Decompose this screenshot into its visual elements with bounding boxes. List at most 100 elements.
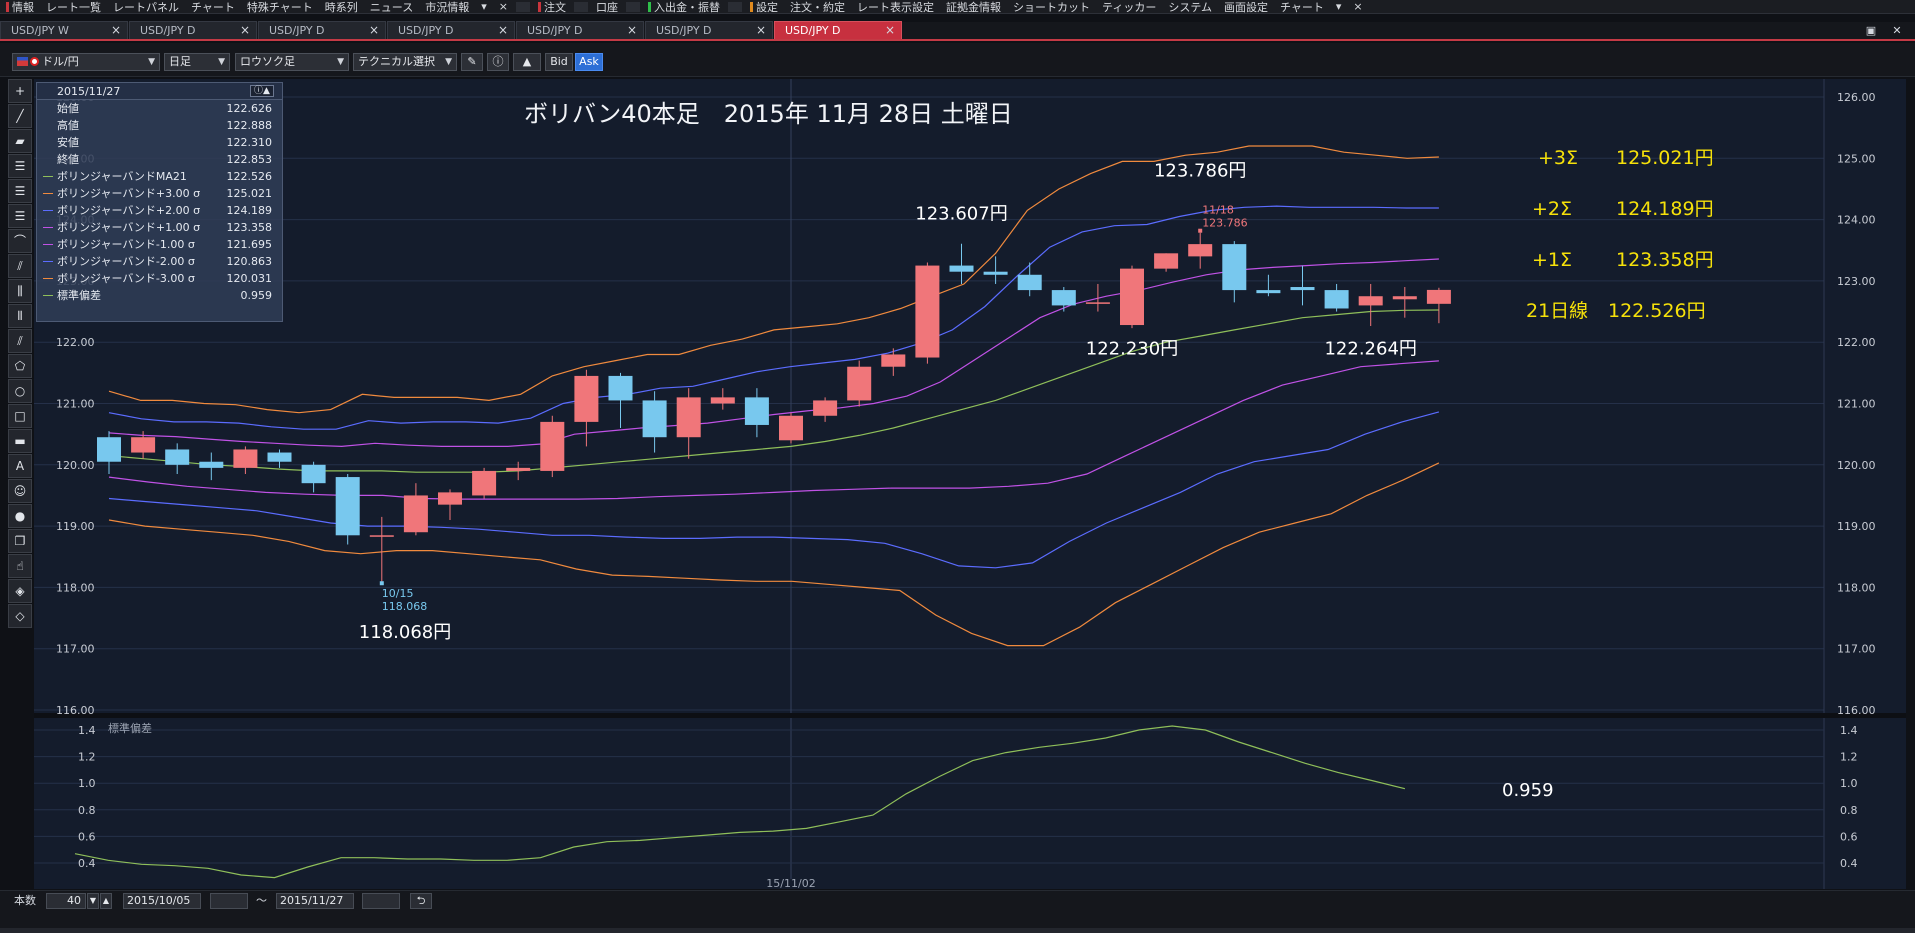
chart-type-select[interactable]: ロウソク足 ▼: [235, 53, 349, 71]
drawing-tool-button[interactable]: ⫼: [8, 279, 32, 303]
menu-item[interactable]: システム: [1162, 0, 1218, 14]
drawing-tool-button[interactable]: ╱: [8, 104, 32, 128]
chart-tab[interactable]: USD/JPY D ×: [516, 21, 644, 39]
menu-item[interactable]: ▾: [475, 0, 493, 14]
tab-close-icon[interactable]: ×: [627, 22, 637, 39]
drawing-tool-button[interactable]: ☰: [8, 154, 32, 178]
count-input[interactable]: 40: [46, 893, 86, 909]
menu-item[interactable]: レート表示設定: [851, 0, 940, 14]
info-button[interactable]: ⓘ: [487, 53, 509, 71]
drawing-tool-button[interactable]: ⦀: [8, 304, 32, 328]
drawing-tool-button[interactable]: ⬠: [8, 354, 32, 378]
menu-item[interactable]: ×: [493, 0, 514, 14]
info-row: ボリンジャーバンドMA21 122.526: [37, 168, 282, 185]
drawing-tool-button[interactable]: ▰: [8, 129, 32, 153]
tab-close-icon[interactable]: ×: [756, 22, 766, 39]
chart-tab[interactable]: USD/JPY D ×: [129, 21, 257, 39]
y-tick-label-left: 116.00: [56, 704, 95, 717]
chart-tab[interactable]: USD/JPY D ×: [645, 21, 773, 39]
reload-button[interactable]: ⮌: [410, 893, 432, 909]
info-panel-header: 2015/11/27 ⓘ▲: [37, 83, 282, 100]
legend-swatch: [43, 295, 53, 296]
tab-close-icon[interactable]: ×: [369, 22, 379, 39]
count-down-button[interactable]: ▼: [87, 893, 99, 909]
menu-item[interactable]: 注文: [532, 0, 572, 14]
candle-body: [1290, 287, 1315, 291]
drawing-tool-button[interactable]: ▬: [8, 429, 32, 453]
menu-item[interactable]: レートパネル: [107, 0, 185, 14]
drawing-tool-button[interactable]: ◈: [8, 579, 32, 603]
chart-tab[interactable]: USD/JPY D ×: [387, 21, 515, 39]
tab-close-icon[interactable]: ×: [885, 22, 895, 39]
drawing-tool-button[interactable]: ◇: [8, 604, 32, 628]
y-tick-label-left: 117.00: [56, 643, 95, 656]
menu-item[interactable]: 画面設定: [1218, 0, 1274, 14]
candlestick-chart[interactable]: 126.00126.00125.00125.00124.00124.00123.…: [34, 79, 1906, 890]
tab-close-icon[interactable]: ×: [498, 22, 508, 39]
bid-button[interactable]: Bid: [545, 53, 573, 71]
menu-item[interactable]: 特殊チャート: [241, 0, 319, 14]
menu-item[interactable]: 市況情報: [419, 0, 475, 14]
candle-body: [983, 271, 1008, 275]
y-tick-label: 126.00: [1837, 91, 1876, 104]
to-time-input[interactable]: [362, 893, 400, 909]
menu-item[interactable]: チャート: [1274, 0, 1330, 14]
chart-tab[interactable]: USD/JPY W ×: [0, 21, 128, 39]
drawing-tool-button[interactable]: A: [8, 454, 32, 478]
area-chart-button[interactable]: ▲: [513, 53, 541, 71]
drawing-tool-button[interactable]: ○: [8, 379, 32, 403]
close-window-button[interactable]: ✕: [1887, 24, 1907, 38]
menu-item[interactable]: ×: [1347, 0, 1368, 14]
candle-body: [779, 415, 803, 441]
from-time-input[interactable]: [210, 893, 248, 909]
menu-item[interactable]: チャート: [185, 0, 241, 14]
drawing-tool-button[interactable]: ☰: [8, 204, 32, 228]
drawing-tool-button[interactable]: ⌒: [8, 229, 32, 253]
drawing-tool-button[interactable]: ●: [8, 504, 32, 528]
count-up-button[interactable]: ▲: [100, 893, 112, 909]
tab-close-icon[interactable]: ×: [240, 22, 250, 39]
menu-item[interactable]: ▾: [1330, 0, 1348, 14]
drawing-tool-button[interactable]: +: [8, 79, 32, 103]
menu-item[interactable]: ティッカー: [1096, 0, 1162, 14]
timeframe-select[interactable]: 日足 ▼: [164, 53, 230, 71]
ohlc-info-panel: 2015/11/27 ⓘ▲ 始値 122.626 高値 122.888 安値 122.31…: [36, 82, 283, 322]
info-collapse-button[interactable]: ⓘ▲: [250, 85, 274, 97]
currency-pair-select[interactable]: ドル/円 ▼: [12, 53, 160, 71]
menu-item[interactable]: 設定: [744, 0, 784, 14]
to-date-input[interactable]: 2015/11/27: [276, 893, 354, 909]
menu-item[interactable]: ニュース: [364, 0, 419, 14]
drawing-tool-button[interactable]: ⫽: [8, 329, 32, 353]
drawing-tool-button[interactable]: ⫽: [8, 254, 32, 278]
menu-item[interactable]: 口座: [590, 0, 624, 14]
candle-body: [233, 449, 258, 468]
drawing-tool-button[interactable]: ☰: [8, 179, 32, 203]
y-tick-label: 118.00: [1837, 581, 1876, 594]
maximize-button[interactable]: ▣: [1861, 24, 1881, 38]
pencil-button[interactable]: ✎: [461, 53, 483, 71]
menu-item[interactable]: 入出金・振替: [642, 0, 726, 14]
menu-item[interactable]: 注文・約定: [784, 0, 851, 14]
drawing-tool-button[interactable]: ☝: [8, 554, 32, 578]
technical-select[interactable]: テクニカル選択 ▼: [353, 53, 457, 71]
menu-item[interactable]: レート一覧: [40, 0, 107, 14]
menu-item[interactable]: 情報: [0, 0, 40, 14]
legend-swatch: [43, 193, 53, 194]
chart-tab[interactable]: USD/JPY D ×: [258, 21, 386, 39]
tab-label: USD/JPY D: [527, 24, 583, 37]
menu-item-label: 証拠金情報: [945, 0, 1001, 14]
menu-item[interactable]: 証拠金情報: [940, 0, 1007, 14]
tab-close-icon[interactable]: ×: [111, 22, 121, 39]
drawing-tool-button[interactable]: ☺: [8, 479, 32, 503]
drawing-tool-button[interactable]: □: [8, 404, 32, 428]
menu-color-mark: [749, 1, 753, 12]
y-tick-label-left: 122.00: [56, 336, 95, 349]
ask-button[interactable]: Ask: [575, 53, 603, 71]
from-date-input[interactable]: 2015/10/05: [123, 893, 201, 909]
chart-area[interactable]: 126.00126.00125.00125.00124.00124.00123.…: [34, 79, 1906, 890]
info-row-label: ボリンジャーバンド-1.00 σ: [57, 238, 195, 251]
menu-item[interactable]: ショートカット: [1007, 0, 1096, 14]
chart-tab[interactable]: USD/JPY D ×: [774, 21, 902, 39]
drawing-tool-button[interactable]: ❐: [8, 529, 32, 553]
menu-item[interactable]: 時系列: [319, 0, 364, 14]
